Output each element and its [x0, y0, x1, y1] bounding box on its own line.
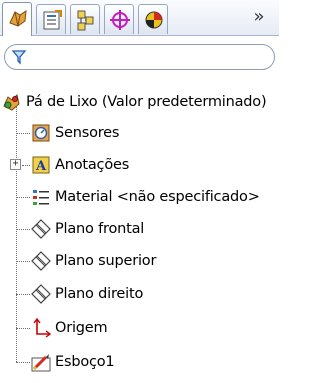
tree-item-label: Esboço1: [55, 354, 115, 370]
plane-icon: [31, 284, 51, 304]
tree-connector-line: [16, 133, 30, 134]
tab-display-manager[interactable]: [138, 4, 168, 34]
manager-tab-bar: »: [0, 0, 279, 36]
tree-connector-line: [16, 261, 30, 262]
tree-connector-line: [16, 229, 30, 230]
tree-item-label: Origem: [55, 320, 108, 336]
filter-input[interactable]: [33, 48, 269, 66]
tree-connector-line: [16, 294, 30, 295]
dimxpert-manager-icon: [110, 10, 130, 30]
display-manager-icon: [145, 11, 163, 29]
annotations-icon: A: [32, 156, 50, 174]
tab-feature-manager[interactable]: [2, 2, 32, 36]
origin-icon: [33, 318, 51, 338]
tree-connector-line: [16, 362, 30, 363]
tree-item-sketch1[interactable]: Esboço1: [31, 349, 279, 375]
tree-item-material[interactable]: Material <não especificado>: [31, 184, 279, 210]
tree-item-origin[interactable]: Origem: [31, 315, 279, 341]
tree-item-sensors[interactable]: Sensores: [31, 120, 279, 146]
tree-root-part[interactable]: Pá de Lixo (Valor predeterminado): [2, 89, 279, 115]
plane-icon: [31, 219, 51, 239]
tree-filter: [4, 44, 275, 70]
tree-connector-line: [16, 197, 30, 198]
tab-overflow-button[interactable]: »: [245, 6, 273, 30]
sensors-icon: [32, 124, 50, 142]
tree-connector-line: [16, 328, 30, 329]
tree-item-right-plane[interactable]: Plano direito: [31, 281, 279, 307]
plane-icon: [31, 251, 51, 271]
tree-item-label: Anotações: [55, 157, 130, 173]
sketch-icon: [31, 354, 51, 372]
tree-item-annotations[interactable]: A Anotações: [31, 152, 279, 178]
tab-dimxpert-manager[interactable]: [104, 4, 134, 34]
feature-manager-icon: [9, 9, 27, 27]
property-manager-icon: [43, 10, 62, 30]
expand-toggle[interactable]: +: [10, 159, 21, 170]
tree-item-label: Plano direito: [55, 286, 144, 302]
material-icon: [33, 190, 49, 205]
filter-icon: [11, 50, 27, 65]
tab-configuration-manager[interactable]: [70, 4, 100, 34]
svg-text:A: A: [35, 159, 47, 174]
tree-item-label: Plano frontal: [55, 221, 145, 237]
tree-item-label: Pá de Lixo (Valor predeterminado): [26, 94, 267, 110]
tree-connector-line: [22, 165, 30, 166]
tab-property-manager[interactable]: [36, 4, 66, 34]
tree-item-front-plane[interactable]: Plano frontal: [31, 216, 279, 242]
tree-item-label: Sensores: [55, 125, 120, 141]
configuration-manager-icon: [77, 10, 94, 31]
tree-item-top-plane[interactable]: Plano superior: [31, 248, 279, 274]
tree-item-label: Material <não especificado>: [55, 189, 260, 205]
tree-connector-line: [16, 100, 17, 362]
tree-item-label: Plano superior: [55, 253, 157, 269]
part-icon: [3, 94, 20, 111]
